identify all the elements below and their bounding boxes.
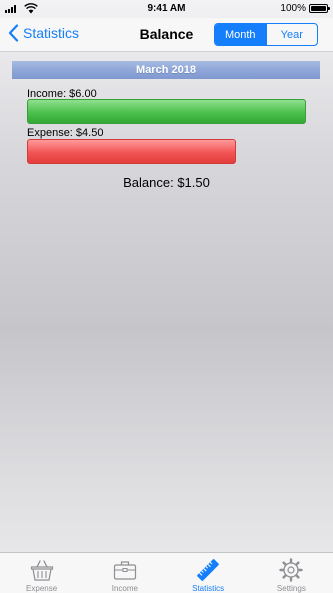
status-bar: 9:41 AM 100% [0, 0, 333, 18]
balance-total: Balance: $1.50 [123, 175, 210, 190]
back-button[interactable]: Statistics [8, 24, 79, 42]
expense-bar [27, 139, 236, 164]
period-header: March 2018 [12, 61, 320, 79]
navigation-bar: Statistics Balance Month Year [0, 18, 333, 52]
income-bar [27, 99, 306, 124]
briefcase-icon [113, 561, 136, 580]
battery-icon [309, 4, 330, 13]
segment-year[interactable]: Year [265, 24, 318, 45]
ruler-icon [197, 559, 220, 581]
battery-percent: 100% [280, 3, 306, 14]
tab-settings[interactable]: Settings [250, 553, 333, 593]
basket-icon [30, 560, 53, 581]
tab-bar: Expense Income Statistics Settings [0, 552, 333, 593]
period-segmented-control: Month Year [214, 23, 318, 46]
chevron-left-icon [8, 24, 19, 42]
tab-expense[interactable]: Expense [0, 553, 83, 593]
back-button-label: Statistics [23, 25, 80, 41]
segment-month[interactable]: Month [215, 24, 266, 45]
expense-label: Expense: $4.50 [27, 127, 104, 139]
gear-icon [279, 558, 304, 582]
tab-income[interactable]: Income [83, 553, 166, 593]
tab-statistics[interactable]: Statistics [167, 553, 250, 593]
